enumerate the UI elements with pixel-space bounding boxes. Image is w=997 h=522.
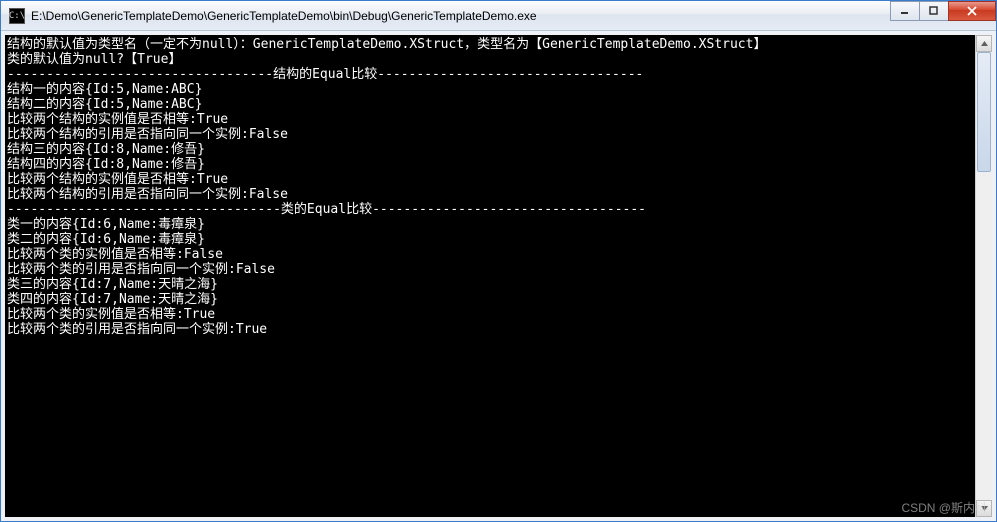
console-line: 类三的内容{Id:7,Name:天晴之海} <box>7 277 973 292</box>
chevron-down-icon <box>981 506 988 511</box>
titlebar[interactable]: C:\ E:\Demo\GenericTemplateDemo\GenericT… <box>1 1 996 31</box>
close-icon <box>966 6 978 16</box>
window-title: E:\Demo\GenericTemplateDemo\GenericTempl… <box>31 9 996 23</box>
console-line: 结构三的内容{Id:8,Name:修吾} <box>7 142 973 157</box>
client-area: 结构的默认值为类型名（一定不为null）：GenericTemplateDemo… <box>1 31 996 521</box>
console-output[interactable]: 结构的默认值为类型名（一定不为null）：GenericTemplateDemo… <box>5 35 975 517</box>
console-line: 结构的默认值为类型名（一定不为null）：GenericTemplateDemo… <box>7 37 973 52</box>
console-line: 类四的内容{Id:7,Name:天晴之海} <box>7 292 973 307</box>
console-line: 比较两个类的实例值是否相等:False <box>7 247 973 262</box>
console-line: 比较两个类的实例值是否相等:True <box>7 307 973 322</box>
console-line: 比较两个结构的实例值是否相等:True <box>7 112 973 127</box>
minimize-button[interactable] <box>890 1 920 21</box>
console-line: 结构四的内容{Id:8,Name:修吾} <box>7 157 973 172</box>
console-line: 类的默认值为null?【True】 <box>7 52 973 67</box>
scroll-track[interactable] <box>976 52 992 500</box>
console-line: 比较两个类的引用是否指向同一个实例:True <box>7 322 973 337</box>
maximize-button[interactable] <box>919 1 949 21</box>
console-line: -----------------------------------类的Equ… <box>7 202 973 217</box>
chevron-up-icon <box>981 41 988 46</box>
console-line: 比较两个结构的引用是否指向同一个实例:False <box>7 127 973 142</box>
console-line: 类一的内容{Id:6,Name:毒瘴泉} <box>7 217 973 232</box>
close-button[interactable] <box>948 1 996 21</box>
scroll-up-button[interactable] <box>976 35 992 52</box>
window-controls <box>891 1 996 23</box>
scroll-thumb[interactable] <box>977 52 991 172</box>
console-line: 比较两个结构的引用是否指向同一个实例:False <box>7 187 973 202</box>
console-line: 结构一的内容{Id:5,Name:ABC} <box>7 82 973 97</box>
minimize-icon <box>900 6 910 16</box>
console-line: 类二的内容{Id:6,Name:毒瘴泉} <box>7 232 973 247</box>
scroll-down-button[interactable] <box>976 500 992 517</box>
app-icon: C:\ <box>9 8 25 24</box>
vertical-scrollbar[interactable] <box>975 35 992 517</box>
app-window: C:\ E:\Demo\GenericTemplateDemo\GenericT… <box>0 0 997 522</box>
console-line: 比较两个类的引用是否指向同一个实例:False <box>7 262 973 277</box>
console-line: ----------------------------------结构的Equ… <box>7 67 973 82</box>
console-line: 结构二的内容{Id:5,Name:ABC} <box>7 97 973 112</box>
maximize-icon <box>929 6 939 16</box>
console-line: 比较两个结构的实例值是否相等:True <box>7 172 973 187</box>
